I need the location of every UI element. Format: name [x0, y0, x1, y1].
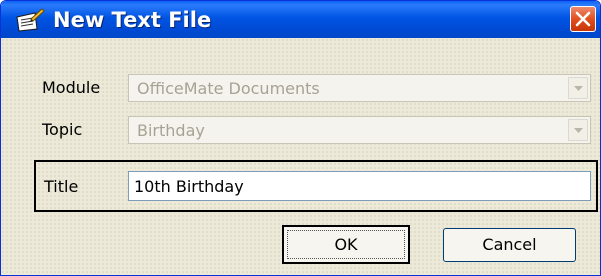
topic-select: Birthday: [128, 116, 591, 144]
title-input[interactable]: [129, 172, 590, 200]
chevron-down-icon: [574, 86, 583, 91]
module-dropdown-button: [568, 77, 588, 99]
title-field[interactable]: [128, 171, 591, 201]
dialog-body: Module OfficeMate Documents Topic Birthd…: [1, 38, 600, 275]
ok-focus-rect: [287, 230, 405, 259]
module-select: OfficeMate Documents: [128, 74, 591, 102]
new-text-file-dialog: New Text File Module OfficeMate Document…: [0, 0, 601, 276]
title-label: Title: [44, 177, 79, 196]
close-button[interactable]: [570, 6, 596, 32]
topic-label: Topic: [42, 120, 83, 139]
close-icon: [575, 11, 591, 27]
new-text-file-icon: [15, 7, 45, 33]
ok-button[interactable]: OK: [282, 225, 410, 264]
title-bar[interactable]: New Text File: [1, 1, 600, 38]
chevron-down-icon: [574, 128, 583, 133]
cancel-button[interactable]: Cancel: [443, 228, 576, 262]
module-value: OfficeMate Documents: [137, 79, 320, 98]
topic-value: Birthday: [137, 121, 205, 140]
module-label: Module: [42, 78, 101, 97]
window-title: New Text File: [53, 8, 212, 32]
topic-dropdown-button: [568, 119, 588, 141]
